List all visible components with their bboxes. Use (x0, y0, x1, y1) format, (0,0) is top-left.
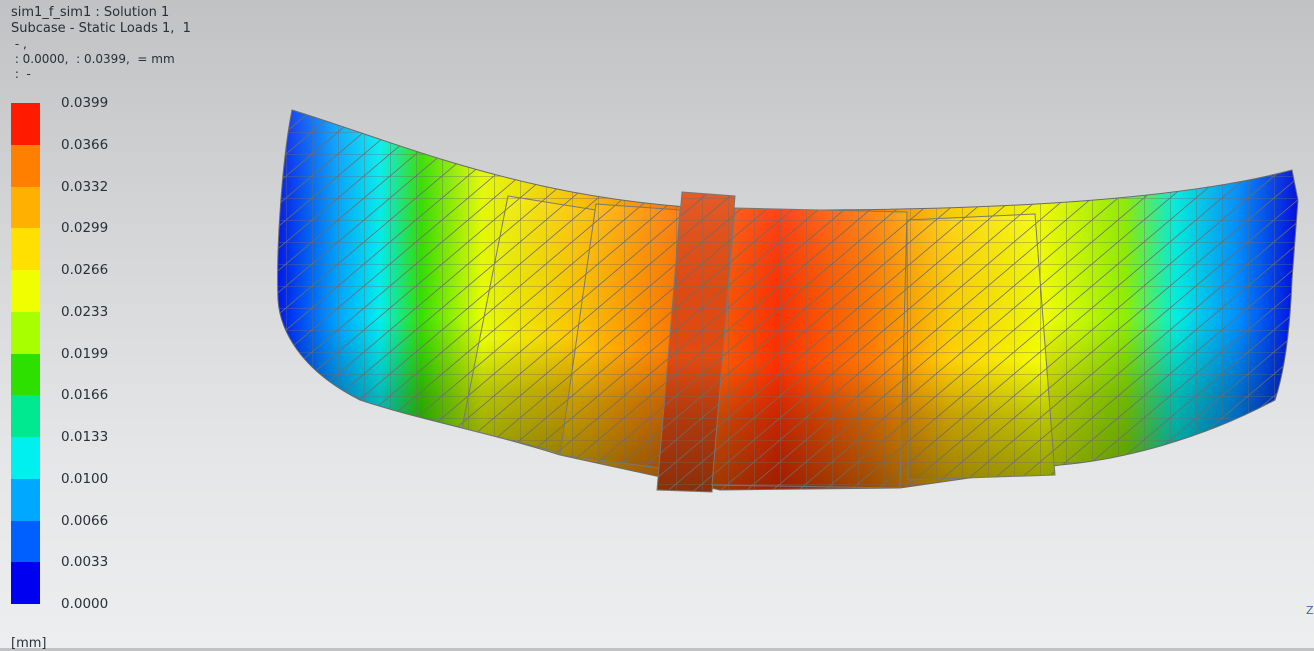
fem-model-viewport[interactable] (0, 0, 1314, 648)
raised-bands (461, 191, 1056, 493)
